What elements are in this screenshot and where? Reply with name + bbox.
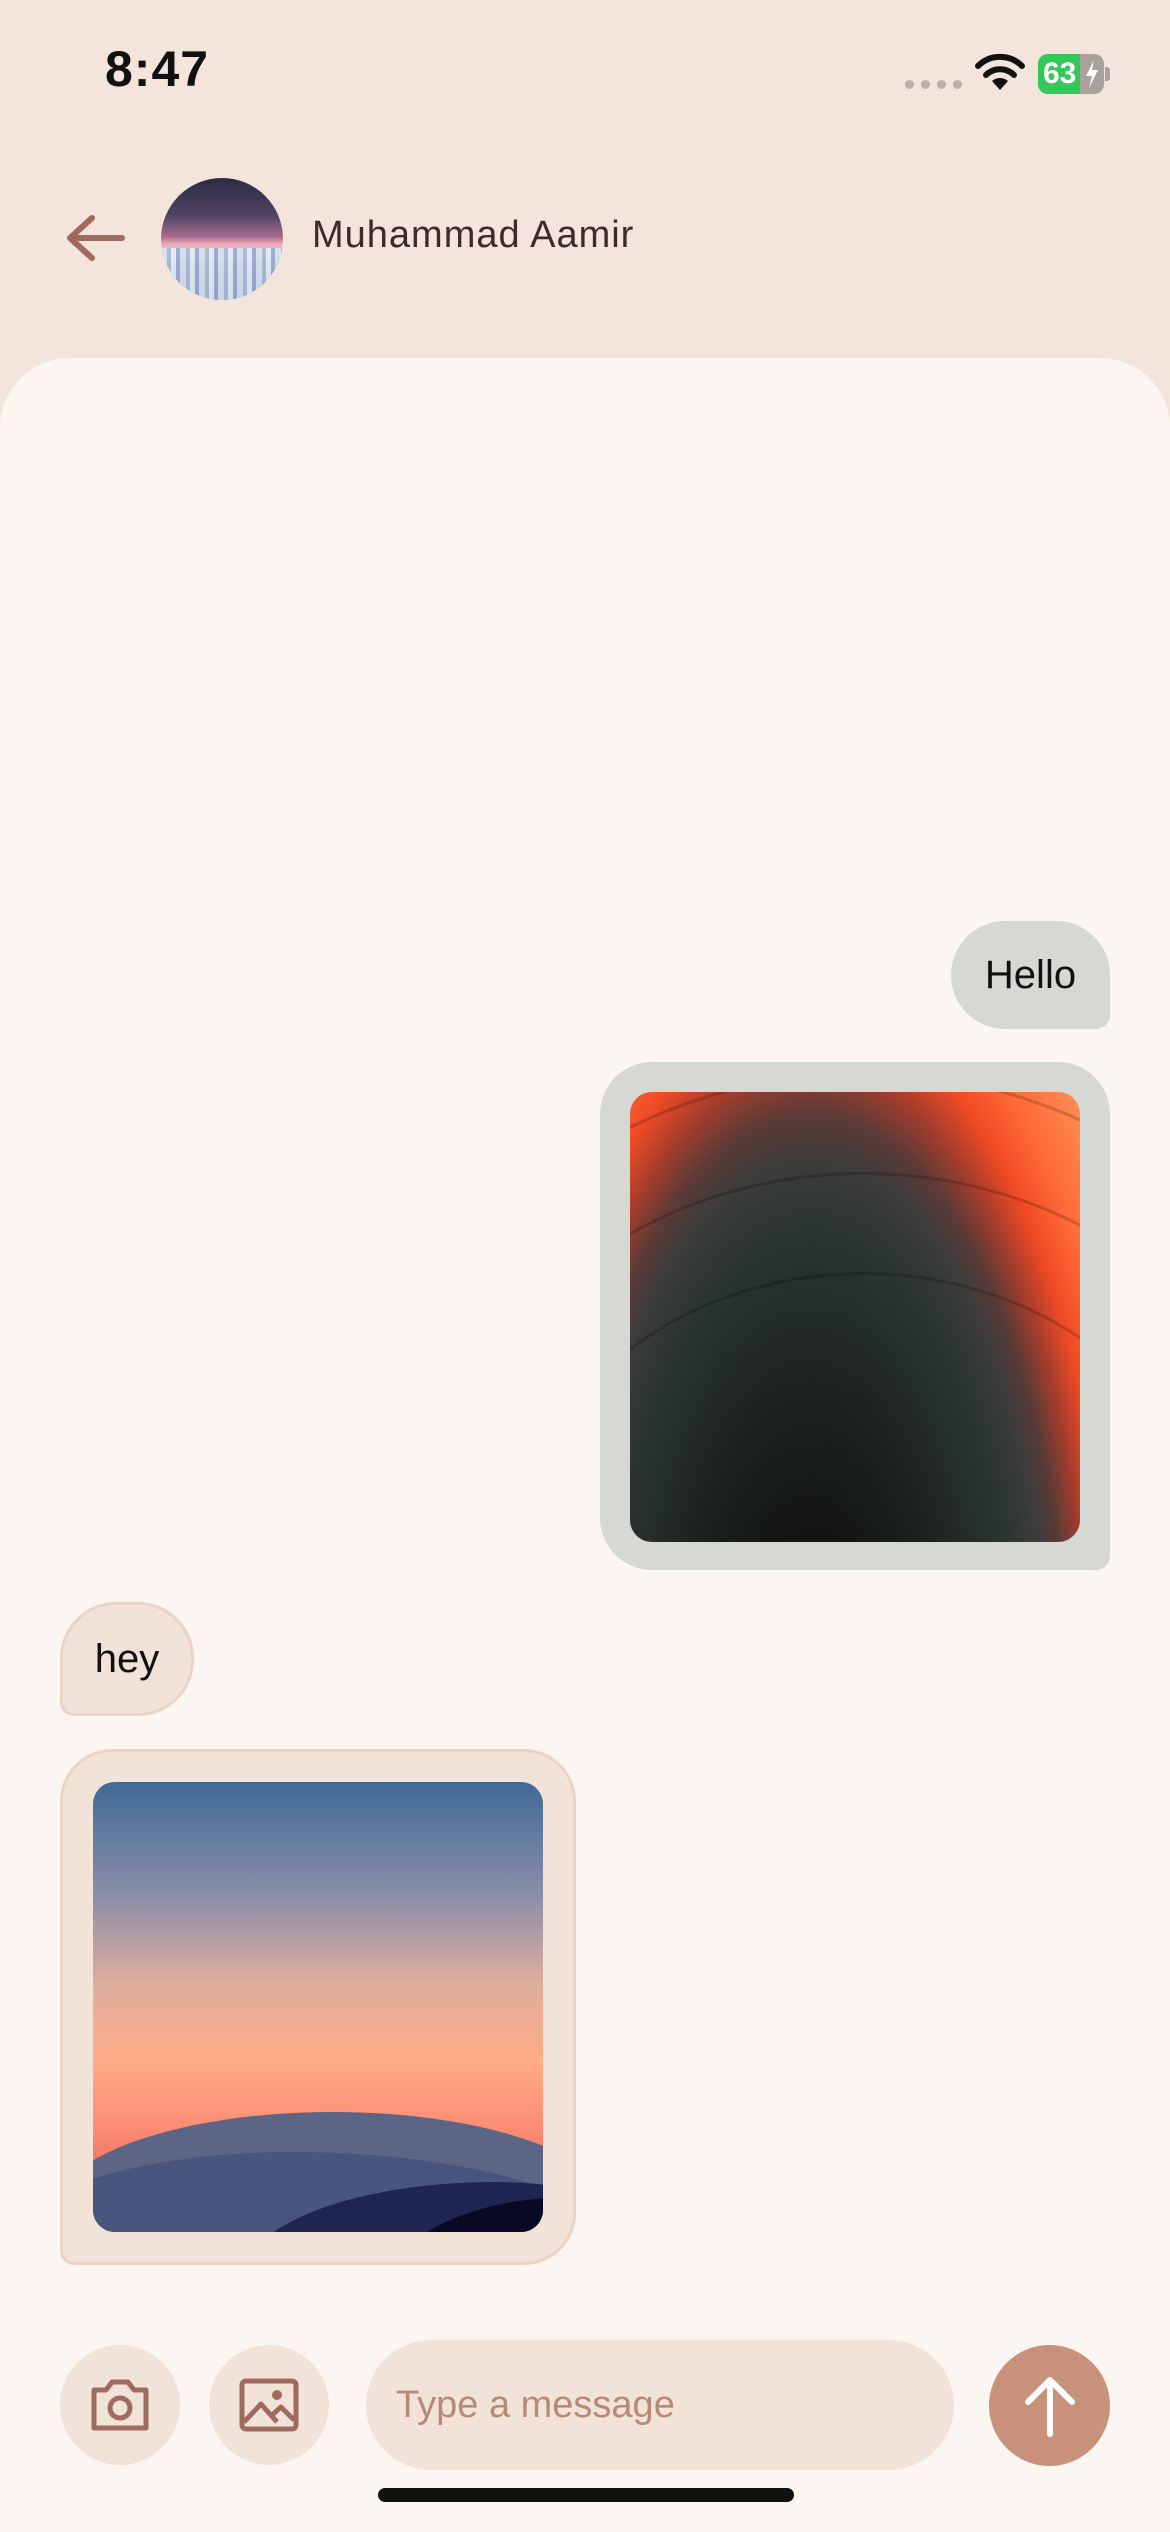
gallery-button[interactable]: [209, 2345, 329, 2465]
message-input[interactable]: [366, 2340, 954, 2470]
wifi-icon: [975, 53, 1025, 90]
cellular-signal-icon: [905, 80, 962, 89]
image-icon: [239, 2378, 299, 2432]
arrow-left-icon[interactable]: [62, 210, 130, 266]
message-text: hey: [94, 1636, 160, 1681]
image-message-incoming[interactable]: [60, 1749, 576, 2265]
contact-name[interactable]: Muhammad Aamir: [312, 214, 634, 257]
battery-icon: 63: [1038, 54, 1110, 94]
battery-level: 63: [1043, 57, 1077, 90]
arrow-up-icon: [1024, 2376, 1075, 2437]
home-indicator: [378, 2488, 794, 2502]
message-text: Hello: [984, 952, 1077, 997]
message-bubble-outgoing[interactable]: Hello: [951, 921, 1110, 1029]
send-button[interactable]: [989, 2345, 1110, 2466]
message-bubble-incoming[interactable]: hey: [60, 1602, 194, 1716]
camera-icon: [91, 2379, 149, 2431]
status-time: 8:47: [105, 41, 210, 97]
message-image[interactable]: [93, 1782, 543, 2232]
camera-button[interactable]: [60, 2345, 180, 2465]
message-image[interactable]: [630, 1092, 1080, 1542]
image-message-outgoing[interactable]: [600, 1062, 1110, 1570]
avatar[interactable]: [161, 178, 283, 300]
charging-bolt-icon: [1086, 60, 1098, 88]
